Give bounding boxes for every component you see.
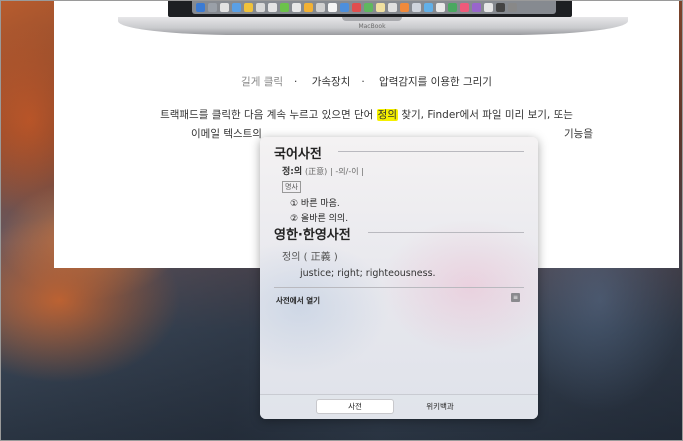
topic-nav: 길게 클릭 · 가속장치 · 압력감지를 이용한 그리기 (54, 74, 679, 89)
headword: 정:의 (282, 167, 303, 177)
tab-wikipedia[interactable]: 위키백과 (402, 400, 478, 413)
open-in-dictionary-link[interactable]: 사전에서 열기 (276, 295, 320, 306)
topic-separator: · (361, 76, 365, 88)
body-text-line-2-end: 기능을 (564, 128, 593, 140)
topic-separator: · (294, 76, 298, 88)
definition-1: ① 바른 마음. (290, 199, 340, 209)
highlighted-word[interactable]: 정의 (376, 109, 398, 121)
inflection: | -의/-이 | (330, 167, 364, 176)
topic-long-click[interactable]: 길게 클릭 (241, 76, 283, 88)
entry-headword-line: 정:의 (正意) | -의/-이 | (282, 164, 364, 177)
dictionary-app-icon[interactable]: ≡ (511, 293, 520, 302)
body-text-segment: 찾기, Finder에서 파일 미리 보기, 또는 (397, 109, 573, 121)
hanja: (正意) (305, 167, 328, 176)
topic-accelerator[interactable]: 가속장치 (312, 76, 351, 88)
body-text-line-1: 트랙패드를 클릭한 다음 계속 누르고 있으면 단어 정의 찾기, Finder… (54, 107, 679, 122)
macbook-label: MacBook (358, 23, 386, 30)
macbook-screen-image (168, 0, 572, 17)
part-of-speech-badge: 명사 (282, 181, 301, 193)
body-text-segment: 트랙패드를 클릭한 다음 계속 누르고 있으면 단어 (160, 109, 377, 121)
en-headword: 정의 ( 正義 ) (282, 252, 338, 263)
dictionary-popover[interactable]: 국어사전 정:의 (正意) | -의/-이 | 명사 ① 바른 마음. ② 올바… (260, 137, 538, 419)
definition-2: ② 올바른 의의. (290, 214, 349, 224)
en-definition: justice; right; righteousness. (300, 268, 436, 279)
macbook-notch (342, 17, 402, 21)
tab-dictionary[interactable]: 사전 (317, 400, 393, 413)
korean-dictionary-title: 국어사전 (274, 147, 322, 162)
divider (338, 151, 524, 152)
dock-image (192, 0, 556, 14)
divider (368, 232, 524, 233)
korean-english-dictionary-title: 영한·한영사전 (274, 228, 351, 243)
body-text-line-2-start: 이메일 텍스트의 (191, 128, 262, 140)
source-tabbar: 사전 위키백과 (260, 394, 538, 419)
topic-pressure-drawing[interactable]: 압력감지를 이용한 그리기 (379, 76, 492, 88)
divider (274, 287, 524, 288)
